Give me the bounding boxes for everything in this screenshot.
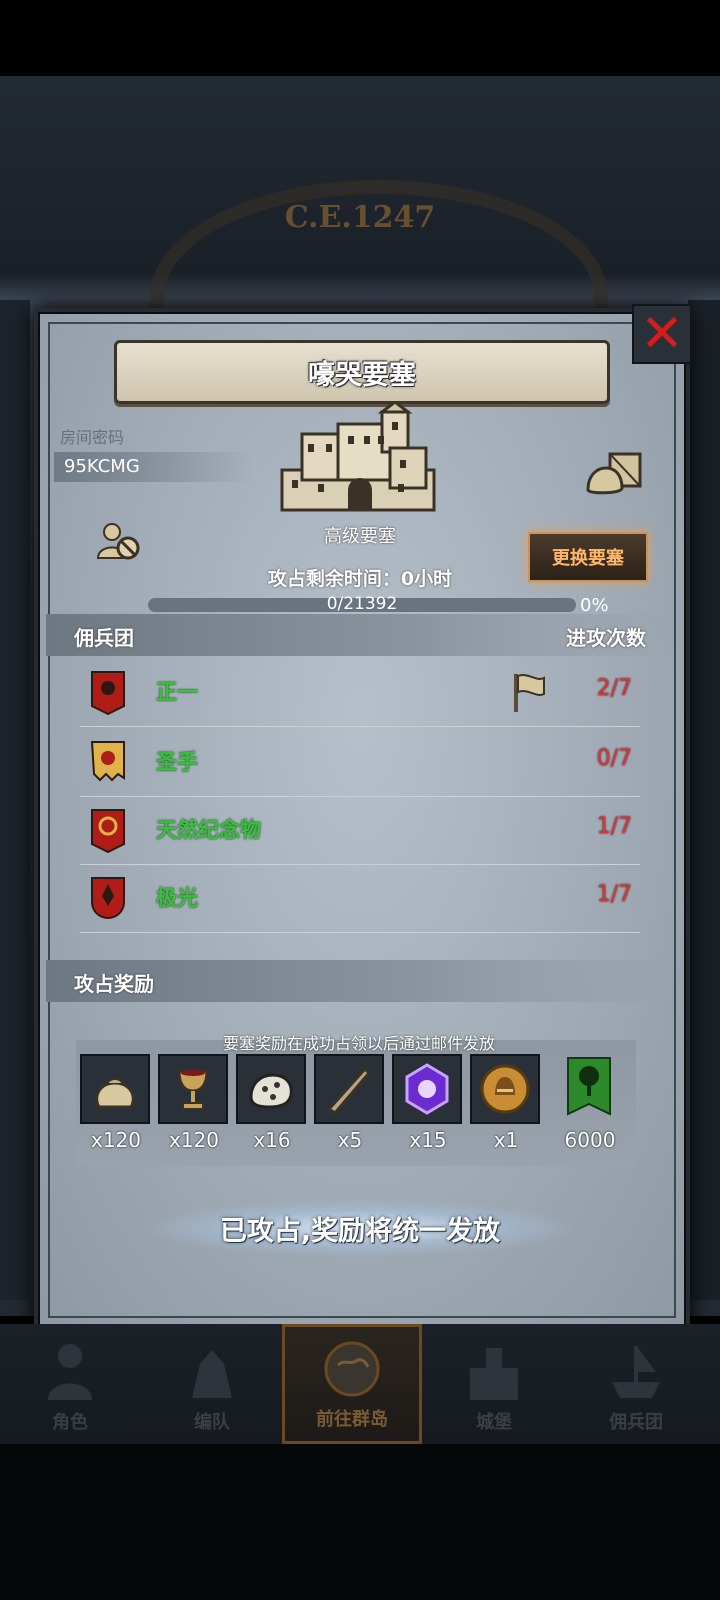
goblet-icon <box>177 1069 209 1110</box>
fortress-level-label: 高级要塞 <box>324 526 396 547</box>
nav-formation[interactable]: 编队 <box>142 1324 282 1444</box>
right-side-strip <box>688 300 720 1300</box>
close-icon: ✕ <box>640 304 684 364</box>
mercenary-row[interactable]: 极光 1/7 <box>80 864 640 933</box>
horn-icon <box>326 1066 372 1115</box>
reward-slot <box>470 1054 540 1124</box>
guild-banner-icon <box>90 741 125 782</box>
reward-quantity: x16 <box>253 1128 291 1152</box>
rewards-header-label: 攻占奖励 <box>74 972 154 996</box>
reward-slot <box>236 1054 306 1124</box>
attack-count-header-label: 进攻次数 <box>566 626 646 650</box>
left-side-strip <box>0 300 30 1300</box>
ship-icon <box>612 1346 660 1398</box>
armored-knight-icon <box>192 1350 232 1398</box>
panel-title: 嚎哭要塞 <box>308 359 416 391</box>
progress-percent: 0% <box>580 595 609 616</box>
reward-slot <box>80 1054 150 1124</box>
reward-item[interactable]: x15 <box>392 1054 464 1152</box>
change-fortress-button[interactable]: 更换要塞 <box>528 532 648 582</box>
reward-item[interactable]: x5 <box>314 1054 386 1152</box>
status-bar <box>0 0 720 76</box>
mercenary-name: 圣手 <box>156 750 198 774</box>
globe-compass-icon <box>324 1341 380 1397</box>
mercenary-name: 正一 <box>156 680 198 704</box>
reward-quantity: x15 <box>409 1128 447 1152</box>
mercenary-name: 天然纪念物 <box>156 818 261 842</box>
bottom-spacer <box>0 1444 720 1600</box>
room-code-value[interactable]: 95KCMG <box>54 452 254 482</box>
reward-item[interactable]: x16 <box>236 1054 308 1152</box>
nav-label: 城堡 <box>476 1412 512 1433</box>
nav-mercenary[interactable]: 佣兵团 <box>566 1324 706 1444</box>
tree-banner-icon <box>567 1057 611 1116</box>
reward-quantity: x120 <box>168 1128 219 1152</box>
reward-item[interactable]: 6000 <box>554 1054 626 1152</box>
nav-label: 前往群岛 <box>316 1409 388 1430</box>
attack-count: 1/7 <box>596 814 632 839</box>
bottom-navigation: 角色 编队 前往群岛 城堡 佣兵团 <box>0 1324 720 1444</box>
knight-icon <box>48 1344 92 1400</box>
ore-icon <box>249 1073 293 1109</box>
reward-slot <box>554 1054 624 1124</box>
reward-quantity: 6000 <box>564 1128 616 1152</box>
reward-slot <box>314 1054 384 1124</box>
mercenary-row[interactable]: 天然纪念物 1/7 <box>80 796 640 865</box>
mercenary-row[interactable]: 正一 2/7 <box>80 658 640 727</box>
mercenary-name: 极光 <box>156 886 198 910</box>
reward-slot <box>392 1054 462 1124</box>
rewards-section-header: 攻占奖励 <box>46 960 672 1002</box>
person-blocked-icon[interactable] <box>96 522 142 562</box>
supply-crate-icon[interactable] <box>584 450 644 496</box>
mercenary-section-header: 佣兵团 进攻次数 <box>46 614 672 656</box>
guild-banner-icon <box>91 671 125 716</box>
nav-castle[interactable]: 城堡 <box>424 1324 564 1444</box>
reward-quantity: x5 <box>337 1128 363 1152</box>
nav-label: 角色 <box>52 1412 88 1433</box>
fortress-icon <box>280 404 436 512</box>
nav-go-islands[interactable]: 前往群岛 <box>282 1324 422 1444</box>
mercenary-header-label: 佣兵团 <box>74 626 134 650</box>
claim-status-text: 已攻占,奖励将统一发放 <box>219 1215 501 1247</box>
reward-quantity: x1 <box>493 1128 519 1152</box>
attack-count: 0/7 <box>596 746 632 771</box>
flag-icon <box>514 674 545 712</box>
room-code-label: 房间密码 <box>60 428 125 447</box>
nav-label: 编队 <box>194 1412 230 1433</box>
title-banner: 嚎哭要塞 <box>114 340 610 404</box>
guild-banner-icon <box>91 809 125 854</box>
claim-status-button[interactable]: 已攻占,奖励将统一发放 <box>150 1200 570 1256</box>
reward-slot <box>158 1054 228 1124</box>
sack-icon <box>95 1077 135 1109</box>
progress-value: 0/21392 <box>326 594 398 614</box>
mercenary-row[interactable]: 圣手 0/7 <box>80 728 640 797</box>
guild-banner-icon <box>91 877 125 919</box>
nav-label: 佣兵团 <box>609 1412 663 1433</box>
nav-character[interactable]: 角色 <box>0 1324 140 1444</box>
attack-count: 1/7 <box>596 882 632 907</box>
purple-gem-icon <box>405 1063 449 1115</box>
reward-item[interactable]: x120 <box>158 1054 230 1152</box>
castle-icon <box>470 1348 518 1400</box>
reward-quantity: x120 <box>90 1128 141 1152</box>
reward-note: 要塞奖励在成功占领以后通过邮件发放 <box>222 1034 495 1053</box>
close-button[interactable]: ✕ <box>632 304 692 364</box>
occupation-timer: 攻占剩余时间：0小时 <box>267 568 453 590</box>
attack-count: 2/7 <box>596 676 632 701</box>
rewards-strip: x120 x120 x16 x5 x15 x1 6000 <box>76 1040 636 1166</box>
reward-item[interactable]: x120 <box>80 1054 152 1152</box>
helmet-medal-icon <box>480 1064 530 1114</box>
reward-item[interactable]: x1 <box>470 1054 542 1152</box>
era-label: C.E.1247 <box>284 200 436 235</box>
